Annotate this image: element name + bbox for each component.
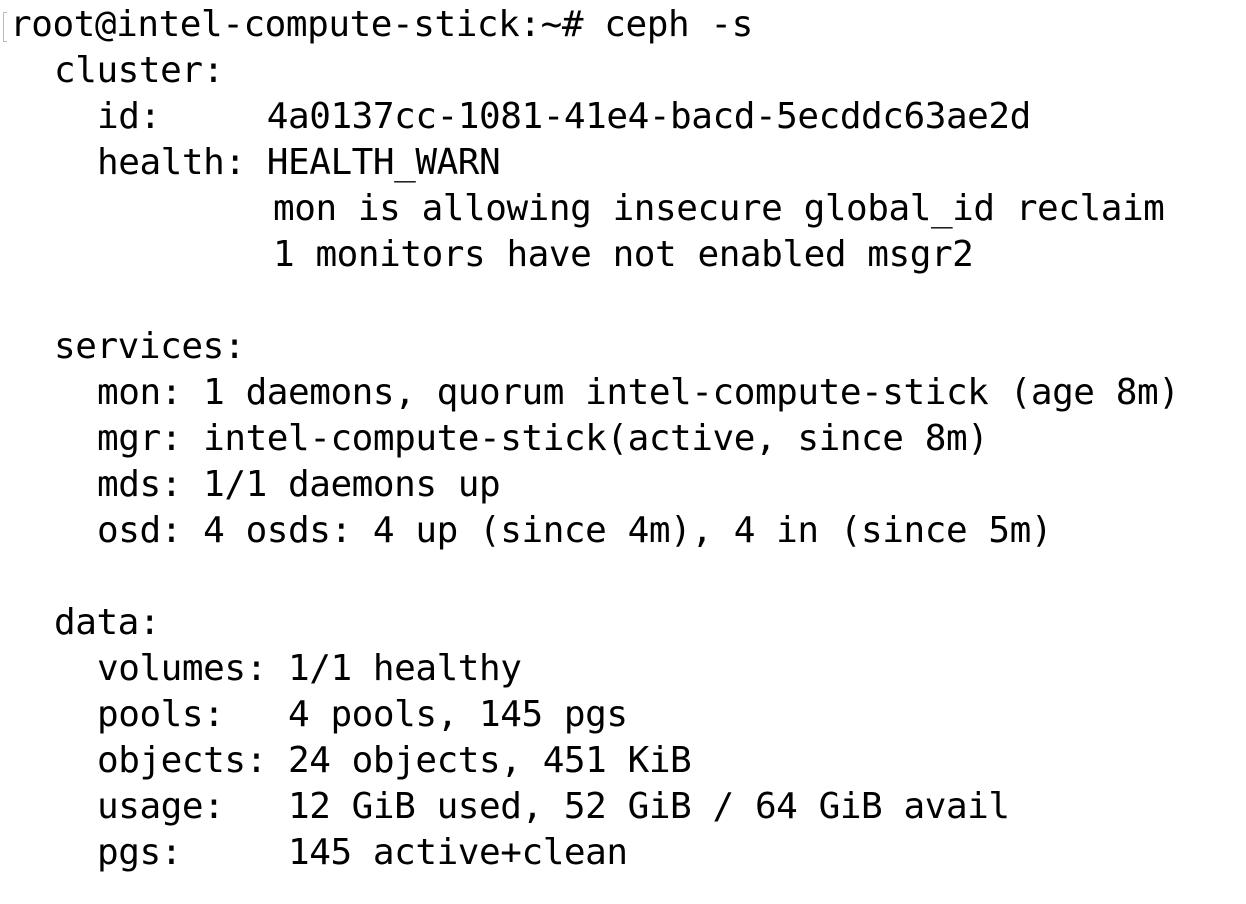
data-pools-line: pools: 4 pools, 145 pgs <box>97 694 628 735</box>
service-mds-line: mds: 1/1 daemons up <box>97 464 501 505</box>
service-mgr-line: mgr: intel-compute-stick(active, since 8… <box>97 418 989 459</box>
command-prompt-line: root@intel-compute-stick:~# ceph -s <box>10 4 753 45</box>
health-detail-line: mon is allowing insecure global_id recla… <box>273 188 1165 229</box>
data-objects-line: objects: 24 objects, 451 KiB <box>97 740 692 781</box>
section-services-label: services: <box>54 326 246 367</box>
service-mon-line: mon: 1 daemons, quorum intel-compute-sti… <box>97 372 1180 413</box>
data-pgs-line: pgs: 145 active+clean <box>97 832 628 873</box>
cluster-id-line: id: 4a0137cc-1081-41e4-bacd-5ecddc63ae2d <box>97 96 1031 137</box>
data-volumes-line: volumes: 1/1 healthy <box>97 648 522 689</box>
terminal-output[interactable]: root@intel-compute-stick:~# ceph -s clus… <box>0 0 1246 904</box>
data-usage-line: usage: 12 GiB used, 52 GiB / 64 GiB avai… <box>97 786 1010 827</box>
cluster-health-line: health: HEALTH_WARN <box>97 142 501 183</box>
selection-bracket-mark <box>3 12 7 42</box>
service-osd-line: osd: 4 osds: 4 up (since 4m), 4 in (sinc… <box>97 510 1053 551</box>
section-cluster-label: cluster: <box>54 50 224 91</box>
health-detail-line: 1 monitors have not enabled msgr2 <box>273 234 974 275</box>
section-data-label: data: <box>54 602 161 643</box>
